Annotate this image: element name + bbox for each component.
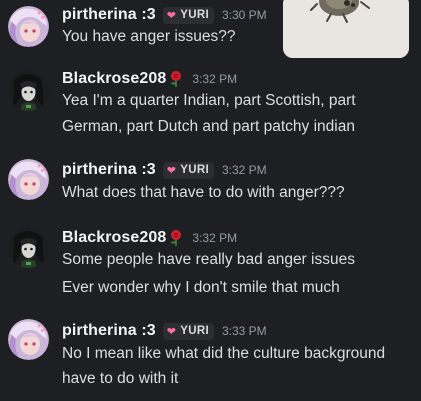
- rose-emoji-icon: [168, 229, 184, 247]
- message-header: Blackrose208 3:32 PM: [62, 68, 237, 90]
- username[interactable]: pirtherina :3: [62, 322, 156, 340]
- message-header: pirtherina :3 ❤ YURI 3:32 PM: [62, 159, 267, 181]
- avatar[interactable]: [8, 70, 49, 111]
- heart-icon: ❤: [166, 9, 177, 22]
- avatar[interactable]: [8, 227, 49, 268]
- avatar[interactable]: [8, 6, 49, 47]
- message-text: Ever wonder why I don't smile that much: [62, 279, 340, 296]
- message-text: Yea I'm a quarter Indian, part Scottish,…: [62, 92, 356, 109]
- avatar-image: [8, 319, 49, 360]
- message-header: pirtherina :3 ❤ YURI 3:30 PM: [62, 4, 267, 26]
- message-header: Blackrose208 3:32 PM: [62, 227, 237, 249]
- avatar-image: [8, 6, 49, 47]
- server-tag-badge[interactable]: ❤ YURI: [162, 161, 214, 179]
- username[interactable]: pirtherina :3: [62, 6, 156, 24]
- avatar-image: [8, 227, 49, 268]
- timestamp[interactable]: 3:30 PM: [222, 8, 267, 22]
- timestamp[interactable]: 3:32 PM: [192, 72, 237, 86]
- username[interactable]: Blackrose208: [62, 70, 166, 88]
- message-text: have to do with it: [62, 370, 179, 387]
- message-header: pirtherina :3 ❤ YURI 3:33 PM: [62, 320, 267, 342]
- timestamp[interactable]: 3:32 PM: [192, 231, 237, 245]
- timestamp[interactable]: 3:33 PM: [222, 324, 267, 338]
- image-attachment[interactable]: [283, 0, 409, 58]
- timestamp[interactable]: 3:32 PM: [222, 163, 267, 177]
- server-tag-badge[interactable]: ❤ YURI: [162, 322, 214, 340]
- username[interactable]: pirtherina :3: [62, 161, 156, 179]
- tag-label: YURI: [180, 325, 209, 337]
- avatar-image: [8, 159, 49, 200]
- tag-label: YURI: [180, 9, 209, 21]
- message-text: Some people have really bad anger issues: [62, 251, 355, 268]
- avatar[interactable]: [8, 159, 49, 200]
- rose-emoji-icon: [168, 70, 184, 88]
- heart-icon: ❤: [166, 164, 177, 177]
- heart-icon: ❤: [166, 325, 177, 338]
- message-text: You have anger issues??: [62, 28, 236, 45]
- message-text: What does that have to do with anger???: [62, 184, 345, 201]
- username[interactable]: Blackrose208: [62, 229, 166, 247]
- server-tag-badge[interactable]: ❤ YURI: [162, 6, 214, 24]
- message-text: No I mean like what did the culture back…: [62, 345, 386, 362]
- avatar[interactable]: [8, 319, 49, 360]
- attachment-sketch-image: [283, 0, 409, 58]
- message-text: German, part Dutch and part patchy india…: [62, 118, 355, 135]
- avatar-image: [8, 70, 49, 111]
- tag-label: YURI: [180, 164, 209, 176]
